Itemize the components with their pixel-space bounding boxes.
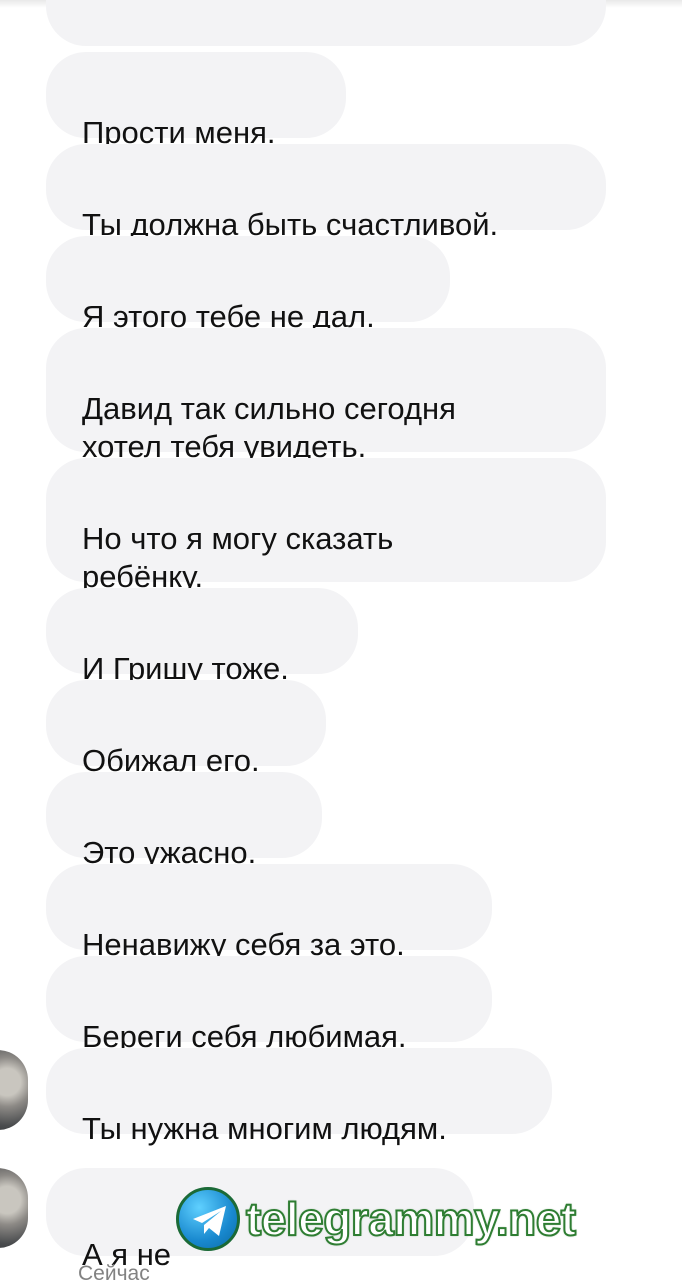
- message-text: Давид так сильно сегодня хотел тебя увид…: [82, 391, 456, 464]
- message-text: Ты нужна многим людям.: [82, 1111, 447, 1146]
- avatar[interactable]: [0, 1168, 28, 1248]
- message-bubble[interactable]: Давид так сильно сегодня хотел тебя увид…: [46, 328, 606, 464]
- message-bubble[interactable]: Прости меня.: [46, 52, 346, 150]
- message-bubble[interactable]: Это ужасно.: [46, 772, 322, 870]
- message-timestamp: Сейчас: [78, 1262, 150, 1285]
- telegram-plane-icon: [176, 1187, 240, 1251]
- watermark: telegrammy.net: [176, 1184, 666, 1254]
- message-bubble[interactable]: Береги себя любимая.: [46, 956, 492, 1054]
- message-bubble[interactable]: Ненавижу себя за это.: [46, 864, 492, 962]
- message-bubble[interactable]: Ты должна быть счастливой.: [46, 144, 606, 242]
- message-bubble[interactable]: Но что я могу сказать ребёнку.: [46, 458, 606, 594]
- message-bubble[interactable]: Обижал его.: [46, 680, 326, 778]
- avatar[interactable]: [0, 1050, 28, 1130]
- message-text: Но что я могу сказать ребёнку.: [82, 521, 394, 594]
- message-bubble[interactable]: Ты нужна многим людям.: [46, 1048, 552, 1146]
- message-bubble[interactable]: И Гришу тоже.: [46, 588, 358, 686]
- message-bubble[interactable]: Я этого тебе не дал.: [46, 236, 450, 334]
- message-bubble[interactable]: и рушить.: [46, 0, 606, 76]
- watermark-text: telegrammy.net: [245, 1192, 577, 1246]
